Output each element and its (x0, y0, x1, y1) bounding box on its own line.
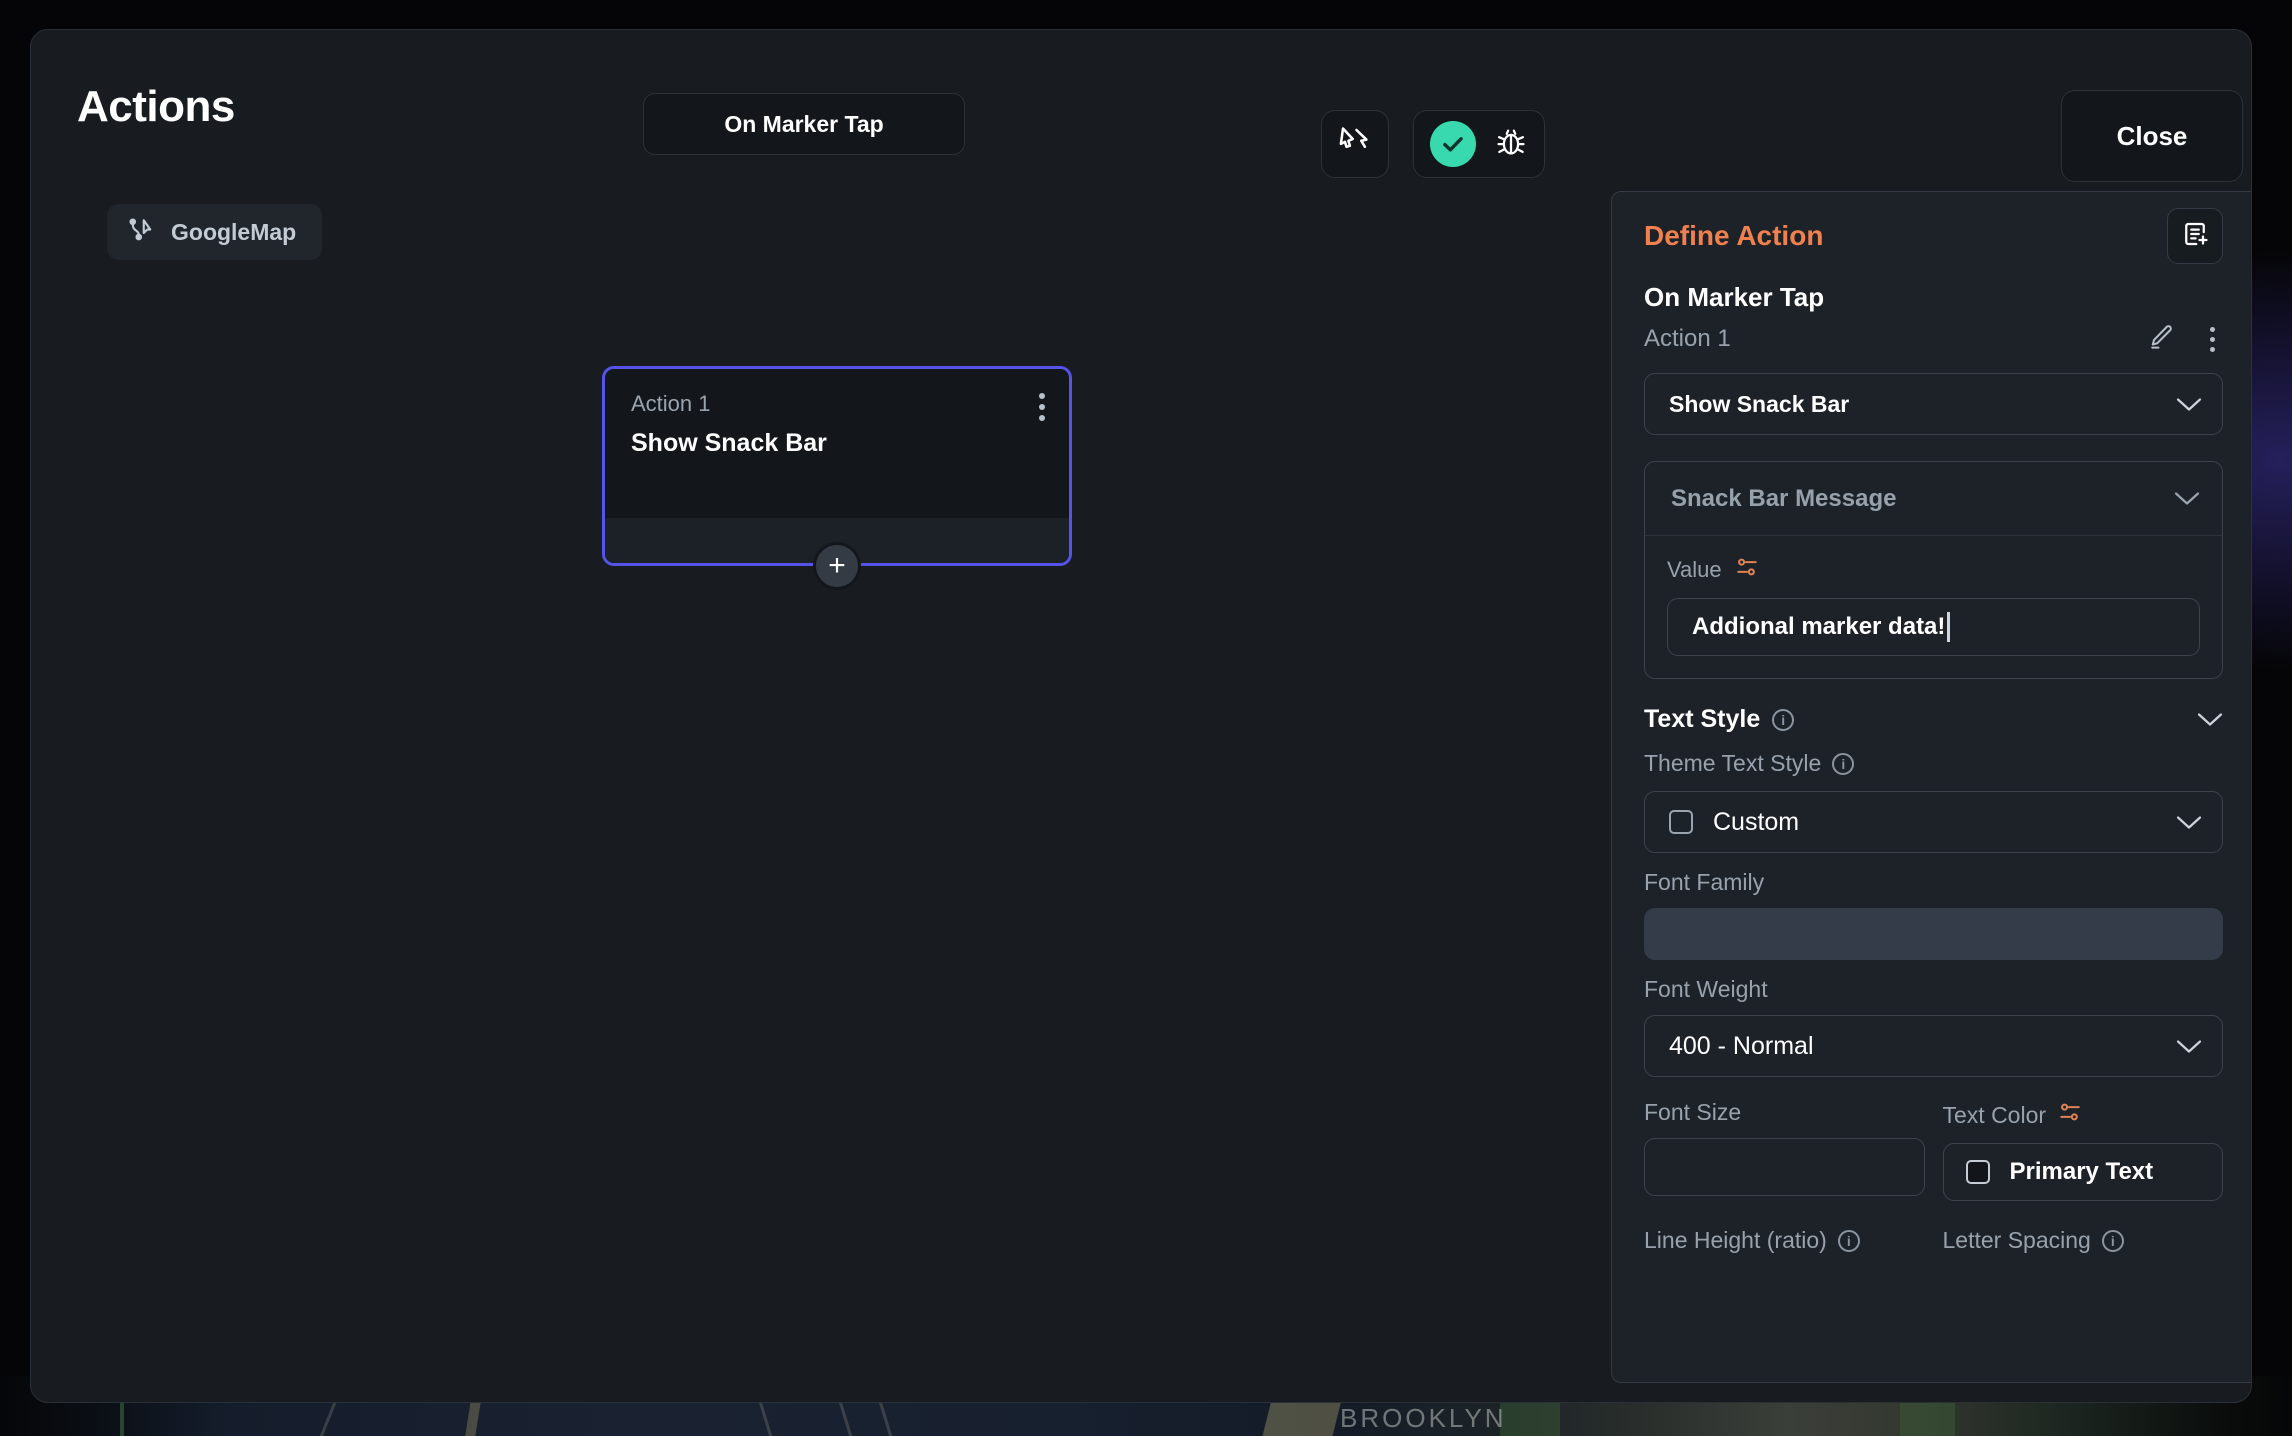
text-color-swatch (1965, 1160, 1990, 1184)
add-note-icon (2180, 219, 2210, 254)
info-icon[interactable]: i (1837, 1229, 1860, 1252)
theme-text-style-label: Theme Text Style (1644, 750, 1822, 776)
theme-text-style-value: Custom (1713, 807, 1800, 836)
text-color-select[interactable]: Primary Text (1942, 1143, 2223, 1201)
page-title: Actions (77, 82, 235, 131)
panel-title: Define Action (1644, 220, 1824, 251)
sliders-icon[interactable] (1734, 554, 1760, 586)
font-weight-label: Font Weight (1644, 976, 1768, 1002)
font-family-label-row: Font Family (1644, 869, 2223, 896)
font-size-label-row: Font Size (1644, 1099, 1925, 1126)
chevron-down-icon (2174, 492, 2200, 505)
font-weight-select[interactable]: 400 - Normal (1644, 1015, 2223, 1077)
snackbar-message-group: Snack Bar Message Value Addional marker … (1644, 461, 2223, 679)
action-card-title: Show Snack Bar (631, 429, 827, 457)
theme-text-style-label-row: Theme Text Style i (1644, 750, 2223, 777)
action-card-index: Action 1 (631, 391, 711, 416)
close-button-label: Close (2116, 120, 2188, 151)
line-height-label: Line Height (ratio) (1644, 1227, 1827, 1253)
snackbar-value-text: Addional marker data! (1692, 613, 1946, 640)
action-flow-canvas[interactable]: Action 1 Show Snack Bar + (31, 190, 1611, 1402)
snackbar-message-body: Value Addional marker data! (1645, 536, 2222, 678)
panel-event-name: On Marker Tap (1644, 282, 1825, 312)
action-card-more-icon[interactable] (1039, 393, 1045, 421)
line-height-letter-spacing-row: Line Height (ratio) i Letter Spacing i (1644, 1211, 2223, 1254)
theme-text-style-select[interactable]: Custom (1644, 791, 2223, 853)
action-node[interactable]: Action 1 Show Snack Bar + (602, 366, 1072, 590)
font-family-label: Font Family (1644, 869, 1765, 895)
text-style-title: Text Style (1644, 705, 1761, 733)
modal-header: Actions On Marker Tap Close (31, 30, 2251, 190)
bug-icon[interactable] (1494, 125, 1528, 164)
action-type-value: Show Snack Bar (1669, 390, 1850, 417)
plus-icon: + (828, 549, 846, 582)
value-label: Value (1667, 557, 1722, 582)
font-size-label: Font Size (1644, 1099, 1742, 1125)
info-icon[interactable]: i (1772, 708, 1795, 731)
pencil-icon[interactable] (2146, 322, 2176, 357)
letter-spacing-label-row: Letter Spacing i (1943, 1227, 2224, 1254)
panel-action-index: Action 1 (1644, 325, 1731, 352)
snackbar-value-input[interactable]: Addional marker data! (1667, 598, 2200, 656)
tab-label: On Marker Tap (724, 110, 884, 137)
tab-on-marker-tap[interactable]: On Marker Tap (643, 93, 965, 155)
font-size-input[interactable] (1644, 1138, 1925, 1196)
sliders-icon[interactable] (2057, 1099, 2083, 1131)
line-height-label-row: Line Height (ratio) i (1644, 1227, 1925, 1254)
info-icon[interactable]: i (1832, 752, 1855, 775)
map-neighborhood-label: BROOKLYN (1340, 1403, 1507, 1433)
panel-title-row: Define Action (1644, 208, 2223, 264)
action-card-body: Action 1 Show Snack Bar (605, 369, 1069, 521)
font-size-field: Font Size (1644, 1083, 1925, 1201)
chevron-down-icon (2197, 713, 2223, 726)
panel-more-icon[interactable] (2202, 323, 2223, 356)
snackbar-message-header[interactable]: Snack Bar Message (1645, 462, 2222, 536)
panel-action-row: Action 1 (1644, 319, 2223, 359)
action-type-select[interactable]: Show Snack Bar (1644, 373, 2223, 435)
theme-text-style-swatch (1669, 810, 1693, 834)
chevron-down-icon (2176, 815, 2202, 829)
text-style-section-header[interactable]: Text Style i (1644, 705, 2223, 734)
text-color-label-row: Text Color (1943, 1099, 2224, 1131)
select-tool-button[interactable] (1321, 110, 1389, 178)
font-weight-value: 400 - Normal (1669, 1031, 1814, 1060)
actions-modal: Actions On Marker Tap Close GoogleMap Ac… (30, 29, 2252, 1403)
chevron-down-icon (2176, 1039, 2202, 1053)
text-caret (1947, 612, 1951, 642)
define-action-panel: Define Action On Marker Tap Action 1 Sho… (1611, 191, 2251, 1383)
font-family-input[interactable] (1644, 908, 2223, 960)
action-card[interactable]: Action 1 Show Snack Bar (602, 366, 1072, 566)
chevron-down-icon (2176, 397, 2202, 411)
text-color-field: Text Color Primary Text (1942, 1083, 2224, 1201)
font-weight-label-row: Font Weight (1644, 976, 2223, 1003)
close-button[interactable]: Close (2061, 90, 2243, 182)
cursor-select-icon (1337, 124, 1373, 165)
info-icon[interactable]: i (2101, 1229, 2124, 1252)
add-action-button[interactable]: + (813, 542, 861, 590)
font-size-color-row: Font Size Text Color Primary Text (1644, 1083, 2223, 1201)
add-action-icon-button[interactable] (2167, 208, 2223, 264)
value-label-row: Value (1667, 554, 2200, 586)
check-circle-icon[interactable] (1430, 121, 1476, 167)
text-color-label: Text Color (1942, 1101, 2047, 1128)
run-debug-toolbar (1413, 110, 1545, 178)
letter-spacing-label: Letter Spacing (1942, 1227, 2091, 1253)
snackbar-message-label: Snack Bar Message (1671, 484, 1897, 512)
text-color-value: Primary Text (2009, 1158, 2154, 1185)
